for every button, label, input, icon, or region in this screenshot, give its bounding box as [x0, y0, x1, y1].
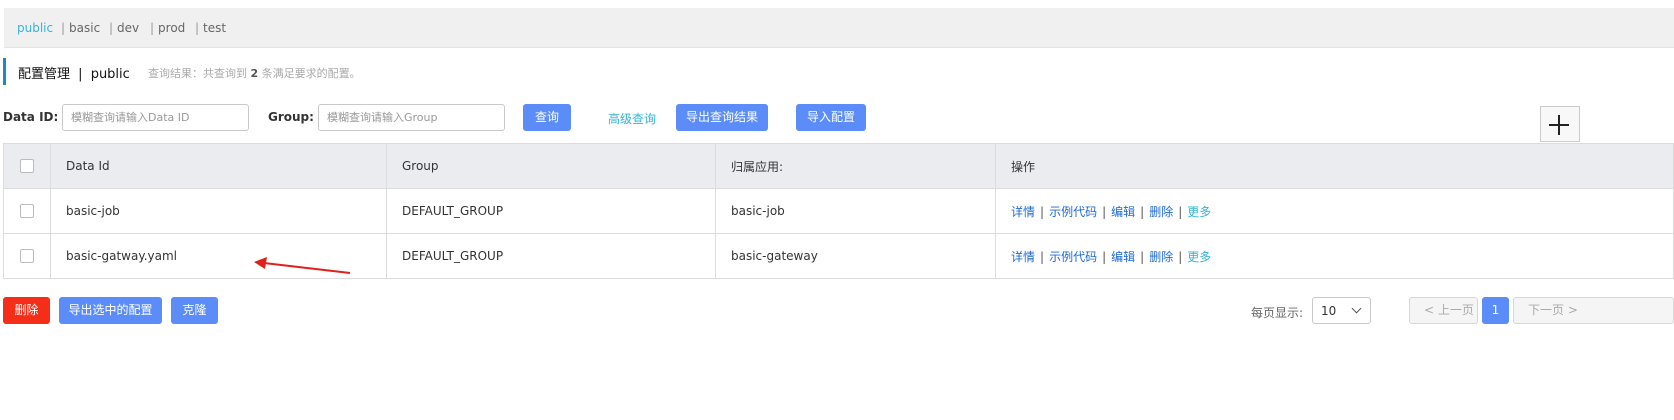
page-size-select[interactable]: 10	[1312, 297, 1371, 324]
delete-link[interactable]: 删除	[1149, 250, 1173, 264]
export-query-button[interactable]: 导出查询结果	[676, 104, 768, 131]
namespace-tab-label: prod	[158, 21, 186, 35]
page-size-value: 10	[1321, 304, 1337, 318]
namespace-tab-basic[interactable]: | basic	[61, 21, 100, 35]
title-separator: |	[78, 67, 83, 82]
arrow-head	[254, 257, 267, 269]
namespace-tab-label: test	[203, 21, 227, 35]
query-button[interactable]: 查询	[523, 104, 571, 131]
cell-app: basic-job	[715, 188, 996, 234]
action-separator: |	[1040, 249, 1045, 264]
action-separator: |	[1102, 204, 1107, 219]
chevron-down-icon	[1351, 303, 1362, 314]
namespace-separator: |	[61, 21, 66, 35]
arrow-shaft	[263, 262, 351, 274]
row-checkbox[interactable]	[20, 204, 34, 219]
result-summary: 查询结果：共查询到 2 条满足要求的配置。	[148, 65, 361, 81]
sample-code-link[interactable]: 示例代码	[1049, 250, 1097, 264]
action-separator: |	[1102, 249, 1107, 264]
next-page-button[interactable]: 下一页 >	[1513, 297, 1674, 324]
result-count: 2	[250, 67, 259, 80]
sample-code-link[interactable]: 示例代码	[1049, 205, 1097, 219]
namespace-tab-label: basic	[69, 21, 101, 35]
export-selected-button[interactable]: 导出选中的配置	[59, 297, 162, 324]
add-config-plus-icon[interactable]	[1540, 106, 1580, 142]
more-link[interactable]: 更多	[1187, 205, 1211, 219]
more-link[interactable]: 更多	[1187, 250, 1211, 264]
advanced-query-link[interactable]: 高级查询	[608, 110, 656, 127]
cell-actions: 详情 | 示例代码 | 编辑 | 删除 | 更多	[995, 233, 1674, 279]
cell-data-id: basic-job	[50, 188, 387, 234]
result-prefix: 查询结果：共查询到	[148, 67, 247, 80]
annotation-arrow-icon	[254, 257, 351, 274]
column-header-actions: 操作	[995, 143, 1674, 189]
group-input[interactable]	[318, 104, 505, 131]
action-separator: |	[1178, 249, 1183, 264]
page-number-current[interactable]: 1	[1482, 297, 1509, 324]
result-suffix: 条满足要求的配置。	[261, 67, 361, 80]
namespace-tab-prod[interactable]: | prod	[150, 21, 185, 35]
action-separator: |	[1140, 204, 1145, 219]
page-title-text: 配置管理	[18, 67, 71, 82]
row-checkbox-cell	[3, 188, 51, 234]
table-header-row: Data Id Group 归属应用: 操作	[3, 143, 1674, 189]
delete-link[interactable]: 删除	[1149, 205, 1173, 219]
namespace-tab-test[interactable]: | test	[195, 21, 226, 35]
row-checkbox[interactable]	[20, 249, 34, 264]
row-checkbox-cell	[3, 233, 51, 279]
cell-app: basic-gateway	[715, 233, 996, 279]
column-header-group: Group	[386, 143, 716, 189]
detail-link[interactable]: 详情	[1011, 205, 1035, 219]
group-label: Group:	[268, 110, 314, 124]
cell-group: DEFAULT_GROUP	[386, 233, 716, 279]
namespace-tab-dev[interactable]: | dev	[109, 21, 139, 35]
page-header: 配置管理 | public 查询结果：共查询到 2 条满足要求的配置。	[3, 58, 361, 85]
import-config-button[interactable]: 导入配置	[796, 104, 866, 131]
namespace-tab-public[interactable]: public	[17, 21, 53, 35]
cell-actions: 详情 | 示例代码 | 编辑 | 删除 | 更多	[995, 188, 1674, 234]
header-checkbox-cell	[3, 143, 51, 189]
edit-link[interactable]: 编辑	[1111, 250, 1135, 264]
edit-link[interactable]: 编辑	[1111, 205, 1135, 219]
cell-group: DEFAULT_GROUP	[386, 188, 716, 234]
namespace-tab-label: dev	[117, 21, 140, 35]
prev-page-button[interactable]: < 上一页	[1409, 297, 1478, 324]
namespace-bar: public | basic | dev | prod | test	[4, 8, 1674, 48]
clone-button[interactable]: 克隆	[171, 297, 218, 324]
action-separator: |	[1140, 249, 1145, 264]
data-id-input[interactable]	[62, 104, 249, 131]
namespace-separator: |	[195, 21, 200, 35]
select-all-checkbox[interactable]	[20, 159, 34, 174]
detail-link[interactable]: 详情	[1011, 250, 1035, 264]
namespace-separator: |	[150, 21, 155, 35]
column-header-data-id: Data Id	[50, 143, 387, 189]
action-separator: |	[1178, 204, 1183, 219]
column-header-app: 归属应用:	[715, 143, 996, 189]
page-title: 配置管理 | public	[18, 63, 130, 82]
table-row: basic-job DEFAULT_GROUP basic-job 详情 | 示例代…	[3, 188, 1674, 234]
delete-selected-button[interactable]: 删除	[3, 297, 50, 324]
data-id-label: Data ID:	[3, 110, 59, 124]
title-namespace: public	[90, 67, 130, 82]
action-separator: |	[1040, 204, 1045, 219]
page-size-label: 每页显示:	[1251, 306, 1304, 320]
namespace-separator: |	[109, 21, 114, 35]
